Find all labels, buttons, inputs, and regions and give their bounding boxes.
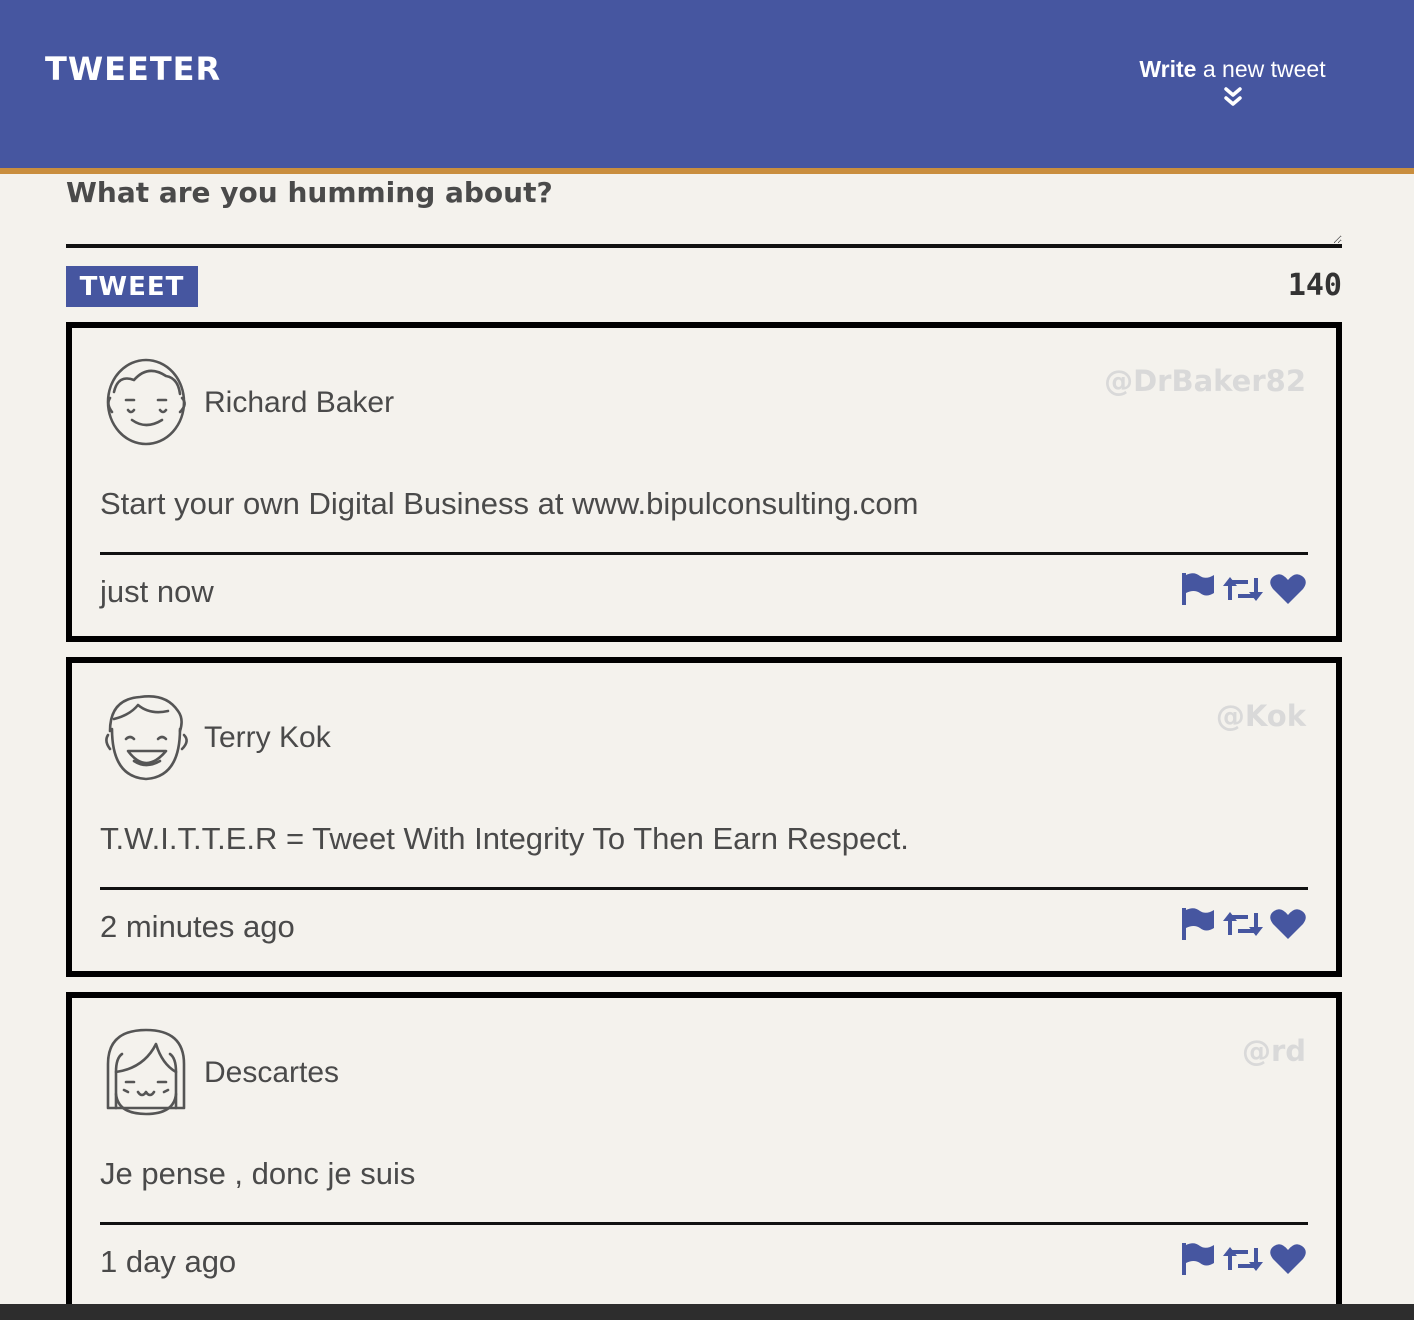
tweet-author-name: Descartes [204,1056,340,1089]
write-new-tweet-label: Write a new tweet [1120,56,1345,83]
tweet-card: Richard Baker @DrBaker82 Start your own … [66,322,1342,642]
heart-icon[interactable] [1270,573,1306,605]
retweet-icon[interactable] [1222,1244,1264,1274]
tweet-actions [1180,907,1306,941]
tweet-timestamp: just now [100,574,214,609]
flag-icon[interactable] [1180,907,1216,941]
retweet-icon[interactable] [1222,909,1264,939]
tweet-divider [100,887,1308,890]
tweet-author-name: Richard Baker [204,386,395,419]
tweet-author-name: Terry Kok [204,721,331,754]
tweet-body: Start your own Digital Business at www.b… [100,486,919,521]
tweet-body: T.W.I.T.T.E.R = Tweet With Integrity To … [100,821,909,856]
laughing-boy-avatar-icon [105,695,188,781]
flag-icon[interactable] [1180,1242,1216,1276]
write-label-rest: a new tweet [1196,56,1326,82]
tweet-card: Terry Kok @Kok T.W.I.T.T.E.R = Tweet Wit… [66,657,1342,977]
write-label-bold: Write [1139,56,1197,82]
character-counter: 140 [1287,268,1342,303]
double-chevron-down-icon [1223,87,1242,106]
girl-with-bangs-avatar-icon [106,1028,186,1116]
write-new-tweet-toggle[interactable]: Write a new tweet [1120,56,1345,107]
tweet-author-handle: @Kok [1215,699,1306,733]
smiling-man-avatar-icon [106,358,186,446]
compose-tweet-form: TWEET 140 [66,174,1342,314]
tweet-timestamp: 1 day ago [100,1244,237,1279]
tweet-divider [100,1222,1308,1225]
tweet-author-handle: @rd [1241,1034,1306,1068]
tweet-timestamp: 2 minutes ago [100,909,295,944]
tweet-actions [1180,572,1306,606]
tweet-divider [100,552,1308,555]
tweet-submit-button[interactable]: TWEET [66,266,198,307]
retweet-icon[interactable] [1222,574,1264,604]
tweet-actions [1180,1242,1306,1276]
brand-logo: TWEETER [45,50,222,88]
tweet-text-input[interactable] [66,174,1342,248]
flag-icon[interactable] [1180,572,1216,606]
heart-icon[interactable] [1270,1243,1306,1275]
heart-icon[interactable] [1270,908,1306,940]
tweet-body: Je pense , donc je suis [100,1156,416,1191]
tweet-author-handle: @DrBaker82 [1104,364,1306,398]
tweet-card: Descartes @rd Je pense , donc je suis 1 … [66,992,1342,1312]
bottom-edge-bar [0,1304,1414,1320]
top-navbar: TWEETER Write a new tweet [0,0,1414,168]
